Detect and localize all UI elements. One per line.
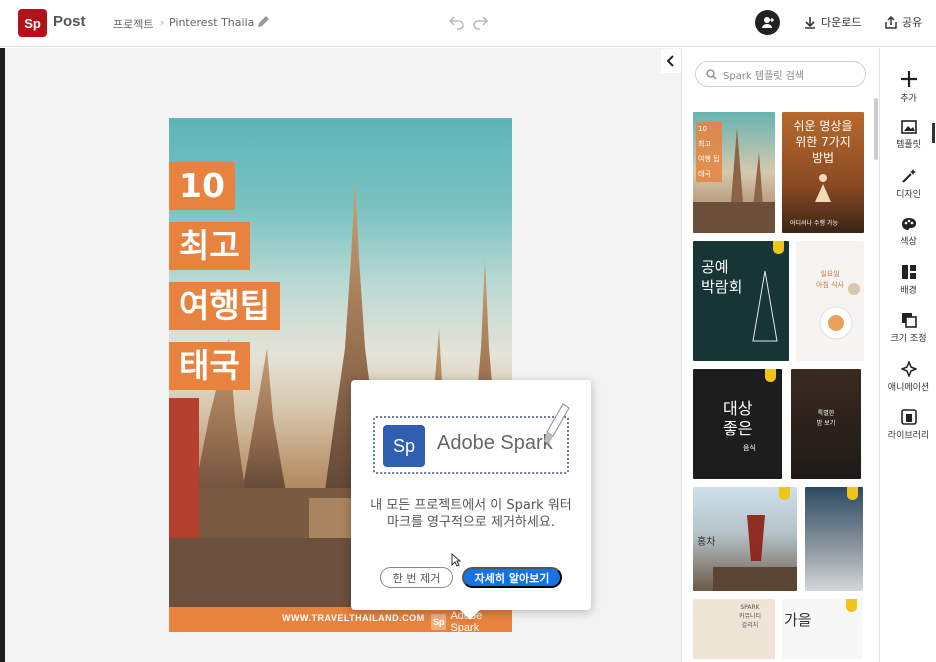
template-search-input[interactable]: Spark 템플릿 검색	[695, 61, 866, 87]
chevron-left-icon	[667, 55, 674, 67]
rail-item-design[interactable]: 디자인	[880, 168, 936, 200]
panel-scrollbar[interactable]	[874, 98, 878, 160]
collapse-panel-button[interactable]	[661, 49, 681, 73]
top-bar: Sp Post 프로젝트 › Pinterest Thailand t 다운로드…	[0, 0, 936, 47]
undo-icon[interactable]	[449, 14, 465, 30]
share-icon	[885, 15, 897, 29]
template-title: 홍차	[697, 537, 716, 548]
rail-label: 배경	[900, 286, 917, 296]
watermark-brand: Adobe Spark	[437, 432, 553, 454]
mouse-cursor-icon	[451, 553, 461, 567]
image-template-icon	[900, 120, 917, 134]
template-panel: Spark 템플릿 검색 10 최고 여행 팁 태국 쉬운 명상을 위한 7가지…	[681, 48, 879, 662]
watermark-text: Adobe Spark	[450, 610, 482, 632]
breadcrumb-projects[interactable]: 프로젝트	[113, 16, 153, 32]
rail-label: 템플릿	[896, 140, 921, 150]
app-logo[interactable]: Sp	[18, 9, 47, 37]
template-title: 특별한 밤 보기	[816, 410, 836, 427]
search-icon	[706, 68, 717, 79]
poster-title-line[interactable]: 최고	[169, 222, 250, 270]
palette-icon	[901, 218, 916, 230]
template-thumbnail[interactable]: 10 최고 여행 팁 태국	[693, 112, 775, 233]
rail-label: 추가	[900, 94, 917, 104]
app-name: Post	[53, 13, 86, 30]
template-title: 10 최고 여행 팁 태국	[696, 122, 722, 182]
template-thumbnail[interactable]: 대상 좋은 음식	[693, 369, 782, 479]
sparkle-icon	[900, 361, 917, 377]
template-thumbnail[interactable]: 특별한 밤 보기	[791, 369, 861, 479]
template-thumbnail[interactable]: 홍차	[693, 487, 797, 591]
download-icon	[805, 16, 815, 29]
rail-item-libraries[interactable]: 라이브러리	[880, 409, 936, 441]
premium-badge-icon	[765, 369, 776, 382]
rail-label: 크기 조정	[890, 334, 927, 344]
project-title[interactable]: Pinterest Thailand t	[169, 16, 254, 29]
breakfast-plate-image	[819, 283, 860, 340]
premium-badge-icon	[847, 487, 858, 500]
magic-wand-icon	[901, 169, 916, 183]
template-thumbnail[interactable]: 공예 박람회	[693, 241, 789, 361]
premium-badge-icon	[773, 241, 784, 254]
template-thumbnail[interactable]	[805, 487, 863, 591]
eraser-brush-icon	[544, 403, 570, 444]
download-button[interactable]: 다운로드	[804, 14, 861, 30]
search-placeholder: Spark 템플릿 검색	[723, 70, 805, 82]
tool-rail: 추가 템플릿 디자인 색상 배경 크기 조정 애니메이션 라이브러리	[879, 48, 936, 662]
plus-icon	[900, 71, 917, 87]
redo-icon[interactable]	[472, 14, 488, 30]
pencil-icon[interactable]	[256, 15, 270, 29]
rail-item-colors[interactable]: 색상	[880, 217, 936, 247]
breadcrumb-separator: ›	[160, 16, 165, 29]
template-title: 대상 좋은	[723, 399, 753, 438]
watermark-popup: Sp Adobe Spark 내 모든 프로젝트에서 이 Spark 워터마크를…	[351, 380, 591, 610]
spark-logo-icon: Sp	[383, 425, 425, 467]
template-thumbnail[interactable]: 가을	[782, 599, 862, 659]
library-icon	[900, 409, 917, 425]
left-edge-strip	[0, 48, 5, 662]
spark-logo-icon: Sp	[431, 614, 447, 630]
rail-label: 애니메이션	[887, 383, 930, 393]
poster-title-line[interactable]: 태국	[169, 342, 250, 390]
share-button[interactable]: 공유	[885, 14, 922, 30]
rail-item-templates[interactable]: 템플릿	[880, 120, 936, 150]
rail-label: 디자인	[896, 190, 921, 200]
download-label: 다운로드	[821, 16, 862, 29]
rail-item-resize[interactable]: 크기 조정	[880, 312, 936, 344]
template-caption: 음식	[743, 444, 756, 452]
template-title: SPARK 커뮤니티 갈리지	[738, 604, 762, 629]
template-thumbnail[interactable]: 쉬운 명상을 위한 7가지 방법 어디서나 수행 가능	[782, 112, 864, 233]
rail-label: 색상	[900, 237, 917, 247]
poster-title-line[interactable]: 10	[169, 162, 235, 210]
template-thumbnail[interactable]: SPARK 커뮤니티 갈리지	[693, 599, 775, 659]
user-avatar[interactable]	[755, 10, 780, 35]
premium-badge-icon	[846, 599, 857, 612]
popup-message: 내 모든 프로젝트에서 이 Spark 워터마크를 영구적으로 제거하세요.	[370, 498, 572, 530]
pen-nib-icon	[752, 270, 778, 342]
user-add-icon	[761, 16, 774, 28]
template-thumbnail[interactable]: 일요일 아침 식사	[796, 241, 864, 361]
share-label: 공유	[902, 16, 923, 29]
remove-once-button[interactable]: 한 번 제거	[380, 567, 453, 588]
rail-label: 라이브러리	[887, 431, 930, 441]
meditation-figure-icon	[815, 174, 831, 202]
template-caption: 어디서나 수행 가능	[790, 220, 838, 227]
rail-item-animation[interactable]: 애니메이션	[880, 361, 936, 393]
rail-item-add[interactable]: 추가	[880, 70, 936, 104]
rail-item-background[interactable]: 배경	[880, 264, 936, 296]
poster-url: WWW.TRAVELTHAILAND.COM	[282, 613, 425, 623]
poster-title-line[interactable]: 여행팁	[169, 282, 281, 330]
learn-more-button[interactable]: 자세히 알아보기	[462, 567, 562, 588]
layout-icon	[901, 265, 916, 279]
watermark-preview: Sp Adobe Spark	[373, 416, 569, 474]
resize-icon	[901, 313, 917, 328]
premium-badge-icon	[779, 487, 790, 500]
template-title: 가을	[784, 611, 812, 629]
